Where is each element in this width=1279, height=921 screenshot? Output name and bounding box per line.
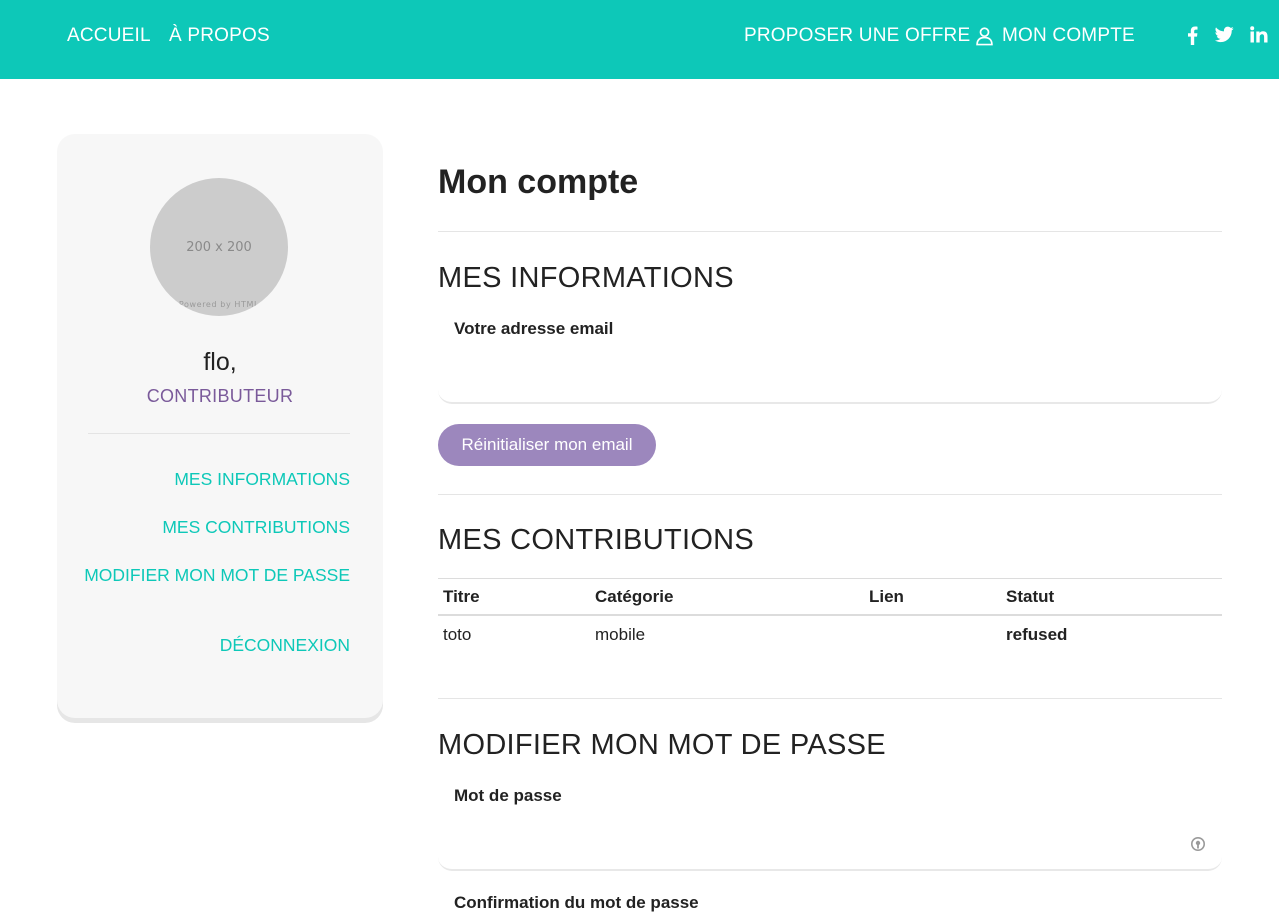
nav-link-accueil[interactable]: ACCUEIL xyxy=(67,24,151,48)
column-header-statut: Statut xyxy=(1001,578,1222,616)
section-title-mes-informations: MES INFORMATIONS xyxy=(438,262,734,294)
page-title: Mon compte xyxy=(438,163,639,201)
profile-sidebar: 200 x 200 Powered by HTML flo, CONTRIBUT… xyxy=(57,134,383,718)
avatar-placeholder-text: 200 x 200 xyxy=(186,240,252,255)
contributions-table: Titre Catégorie Lien Statut toto mobile … xyxy=(438,578,1222,654)
reset-email-button[interactable]: Réinitialiser mon email xyxy=(438,424,656,466)
column-header-titre: Titre xyxy=(438,578,590,616)
sidebar-divider xyxy=(88,433,350,434)
column-header-lien: Lien xyxy=(864,578,1001,616)
nav-link-apropos[interactable]: À PROPOS xyxy=(169,24,270,48)
sidebar-link-mes-informations[interactable]: MES INFORMATIONS xyxy=(174,469,350,490)
divider xyxy=(438,494,1222,495)
divider xyxy=(438,698,1222,699)
user-role: CONTRIBUTEUR xyxy=(146,386,294,406)
divider xyxy=(438,231,1222,232)
user-icon xyxy=(976,27,993,46)
twitter-icon[interactable] xyxy=(1215,26,1234,43)
section-title-modifier-mot-de-passe: MODIFIER MON MOT DE PASSE xyxy=(438,729,886,761)
password-label: Mot de passe xyxy=(454,786,562,805)
column-header-categorie: Catégorie xyxy=(590,578,864,616)
top-navbar: ACCUEIL À PROPOS PROPOSER UNE OFFRE MON … xyxy=(0,0,1279,79)
email-label: Votre adresse email xyxy=(454,319,614,338)
nav-link-mon-compte[interactable]: MON COMPTE xyxy=(975,24,1135,48)
password-manager-icon[interactable] xyxy=(1190,836,1206,852)
avatar: 200 x 200 Powered by HTML xyxy=(150,178,288,316)
email-field[interactable] xyxy=(438,358,1222,404)
cell-lien[interactable] xyxy=(864,615,1001,654)
password-field[interactable] xyxy=(438,825,1222,871)
avatar-powered-text: Powered by HTML xyxy=(178,300,260,309)
section-title-mes-contributions: MES CONTRIBUTIONS xyxy=(438,524,755,556)
nav-link-mon-compte-label: MON COMPTE xyxy=(1002,25,1135,46)
nav-link-proposer-offre[interactable]: PROPOSER UNE OFFRE xyxy=(744,24,970,48)
password-confirm-label: Confirmation du mot de passe xyxy=(454,893,699,912)
sidebar-link-modifier-mot-de-passe[interactable]: MODIFIER MON MOT DE PASSE xyxy=(84,565,350,586)
table-row: toto mobile refused xyxy=(438,615,1222,654)
table-header-row: Titre Catégorie Lien Statut xyxy=(438,578,1222,616)
user-name: flo, xyxy=(203,348,237,376)
facebook-icon[interactable] xyxy=(1187,26,1198,45)
cell-titre: toto xyxy=(443,625,472,644)
cell-statut: refused xyxy=(1006,625,1068,644)
sidebar-link-deconnexion[interactable]: DÉCONNEXION xyxy=(220,635,350,656)
sidebar-link-mes-contributions[interactable]: MES CONTRIBUTIONS xyxy=(162,517,350,538)
cell-categorie: mobile xyxy=(595,625,646,644)
linkedin-icon[interactable] xyxy=(1250,26,1268,43)
